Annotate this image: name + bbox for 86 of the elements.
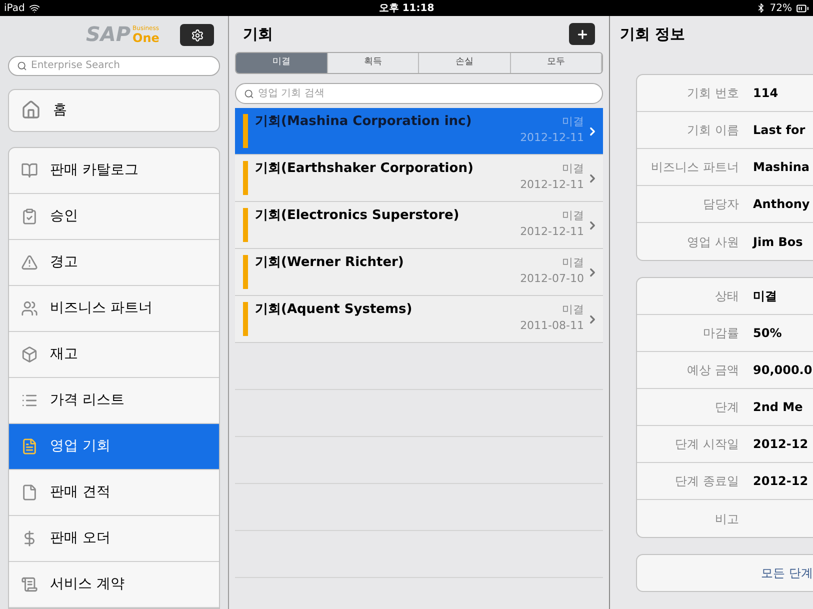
status-bar-marker bbox=[243, 161, 248, 195]
logo-brand: SAP bbox=[86, 24, 131, 44]
status-bar-marker bbox=[243, 255, 248, 289]
sidebar-item[interactable]: 경고 bbox=[9, 240, 219, 286]
field-label: 단계 종료일 bbox=[674, 473, 739, 490]
opportunity-status: 미결 bbox=[562, 208, 584, 224]
field-value: 50% bbox=[753, 325, 782, 342]
field-label: 예상 금액 bbox=[686, 362, 739, 379]
sidebar-item[interactable]: 재고 bbox=[9, 332, 219, 378]
opportunity-title: 기회(Mashina Corporation inc) bbox=[255, 114, 473, 131]
opportunity-title: 기회(Electronics Superstore) bbox=[255, 208, 460, 225]
field-label: 담당자 bbox=[702, 196, 739, 213]
plus-icon bbox=[576, 28, 588, 40]
status-bar-marker bbox=[243, 208, 248, 242]
people-icon bbox=[21, 300, 38, 317]
field-value: Jim Bos bbox=[753, 234, 803, 250]
box-icon bbox=[21, 346, 38, 363]
field-value: 2012-12 bbox=[753, 473, 808, 490]
device-name: iPad bbox=[4, 2, 25, 16]
house-icon bbox=[21, 100, 41, 120]
sidebar-item[interactable]: 판매 견적 bbox=[9, 470, 219, 516]
field-label: 마감률 bbox=[702, 325, 739, 342]
sidebar-item[interactable]: 판매 오더 bbox=[9, 516, 219, 562]
field-label: 비고 bbox=[714, 510, 739, 528]
opportunity-row[interactable]: 기회(Earthshaker Corporation) 미결 2012-12-11 bbox=[235, 155, 603, 202]
opportunity-status: 미결 bbox=[562, 255, 584, 271]
field-label: 상태 bbox=[714, 288, 739, 305]
field-label: 영업 사원 bbox=[686, 234, 739, 250]
sidebar-item[interactable]: 영업 기회 bbox=[9, 424, 219, 470]
home-item[interactable]: 홈 bbox=[8, 88, 220, 132]
panel-title: 기회 정보 bbox=[620, 24, 686, 45]
field-label: 단계 bbox=[714, 399, 739, 416]
search-icon bbox=[17, 60, 27, 71]
field-value: 2012-12 bbox=[753, 436, 808, 453]
opportunity-row[interactable]: 기회(Electronics Superstore) 미결 2012-12-11 bbox=[235, 202, 603, 249]
opportunity-status: 미결 bbox=[562, 161, 584, 177]
wifi-icon bbox=[28, 2, 40, 14]
opportunity-date: 2012-12-11 bbox=[520, 177, 584, 193]
opportunity-status: 미결 bbox=[562, 114, 584, 130]
opportunity-row[interactable]: 기회(Werner Richter) 미결 2012-07-10 bbox=[235, 249, 603, 296]
field-value: 114 bbox=[753, 85, 778, 102]
battery-icon bbox=[796, 2, 809, 14]
field-value: 90,000.0 bbox=[753, 362, 812, 379]
clock: 오후 11:18 bbox=[378, 2, 434, 16]
list-icon bbox=[21, 392, 38, 409]
add-button[interactable] bbox=[569, 23, 595, 45]
opportunity-row[interactable]: 기회(Mashina Corporation inc) 미결 2012-12-11 bbox=[235, 108, 603, 155]
field-value: 2nd Me bbox=[753, 399, 803, 416]
sidebar-item[interactable]: 판매 카탈로그 bbox=[9, 148, 219, 194]
field-value: Last for bbox=[753, 122, 806, 139]
battery-percent: 72% bbox=[770, 2, 792, 16]
field-value: Anthony bbox=[753, 196, 810, 213]
bluetooth-icon bbox=[756, 3, 766, 13]
warning-icon bbox=[21, 254, 38, 271]
opportunity-title: 기회(Werner Richter) bbox=[255, 255, 405, 272]
field-label: 기회 이름 bbox=[686, 122, 739, 139]
field-label: 비즈니스 파트너 bbox=[650, 159, 739, 176]
status-bar-marker bbox=[243, 302, 248, 336]
opportunity-date: 2011-08-11 bbox=[520, 318, 584, 334]
opportunity-title: 기회(Earthshaker Corporation) bbox=[255, 161, 474, 178]
settings-button[interactable] bbox=[180, 24, 214, 46]
logo-product: One bbox=[132, 32, 160, 44]
field-value: 미결 bbox=[753, 288, 777, 305]
checklist-icon bbox=[21, 208, 38, 225]
field-label: 기회 번호 bbox=[686, 85, 739, 102]
field-value: Mashina bbox=[753, 159, 810, 176]
opportunity-date: 2012-07-10 bbox=[520, 271, 584, 287]
document-icon bbox=[21, 576, 38, 593]
opportunity-title: 기회(Aquent Systems) bbox=[255, 302, 414, 319]
page-icon bbox=[21, 484, 38, 501]
document-icon bbox=[21, 438, 38, 455]
opportunity-row[interactable]: 기회(Aquent Systems) 미결 2011-08-11 bbox=[235, 296, 603, 343]
opportunity-status: 미결 bbox=[562, 302, 584, 318]
sidebar-item[interactable]: 서비스 계약 bbox=[9, 562, 219, 608]
all-stages-button[interactable]: 모든 단계 bbox=[636, 554, 813, 592]
filter-tab[interactable]: 미결 bbox=[236, 53, 328, 73]
panel-title: 기회 bbox=[243, 24, 273, 45]
sidebar-item[interactable]: 승인 bbox=[9, 194, 219, 240]
opportunity-date: 2012-12-11 bbox=[520, 224, 584, 240]
search-icon bbox=[244, 88, 254, 98]
opportunity-date: 2012-12-11 bbox=[520, 130, 584, 146]
settings-icon bbox=[190, 28, 204, 42]
book-icon bbox=[21, 162, 38, 179]
status-bar-marker bbox=[243, 114, 248, 148]
sidebar-item[interactable]: 비즈니스 파트너 bbox=[9, 286, 219, 332]
field-label: 단계 시작일 bbox=[674, 436, 739, 453]
